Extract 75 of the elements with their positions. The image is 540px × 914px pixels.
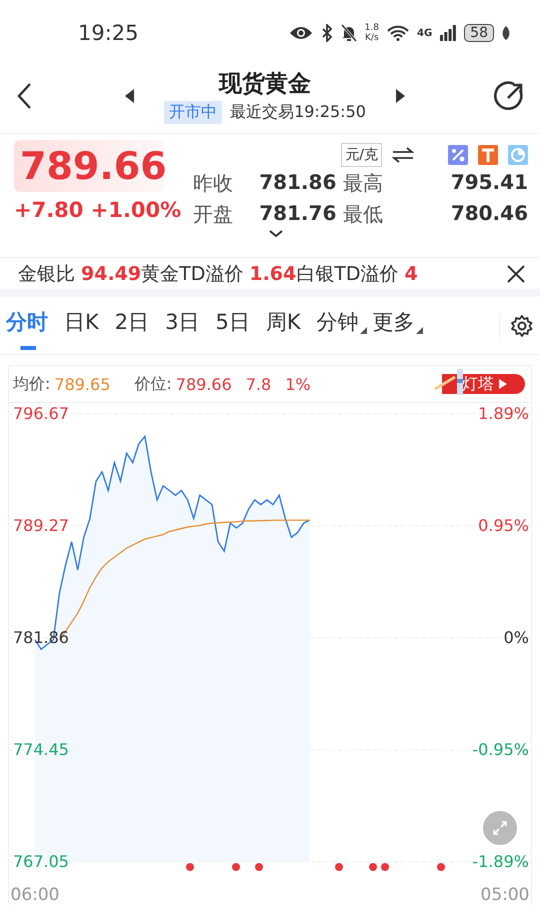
chart-tab[interactable]: 分时 xyxy=(6,302,48,350)
stat-label: 昨收 xyxy=(193,170,234,197)
chart-tab[interactable]: 周K xyxy=(266,302,301,350)
stat-value: 781.86 xyxy=(258,170,338,196)
stat-value: 781.76 xyxy=(258,201,338,227)
network-type: 4G xyxy=(417,28,432,38)
price-axis-label: 767.05 xyxy=(13,852,69,871)
lighthouse-button[interactable]: 灯塔 xyxy=(442,374,525,394)
ticker-value: 94.49 xyxy=(81,262,142,284)
current-price: 789.66 xyxy=(14,140,164,192)
dropdown-corner-icon xyxy=(416,326,423,334)
ticker-label: 白银TD溢价 xyxy=(296,262,398,286)
battery-level: 58 xyxy=(464,24,494,42)
time-axis-label: 05:00 xyxy=(480,885,530,905)
ticker-value: 1.64 xyxy=(249,262,296,284)
unit-selector[interactable]: 元/克 xyxy=(341,143,382,167)
stat-value: 795.41 xyxy=(450,170,528,196)
chart-tab[interactable]: 3日 xyxy=(165,302,200,350)
percent-axis-label: 0.95% xyxy=(478,516,529,535)
dropdown-corner-icon xyxy=(360,326,367,334)
status-time: 19:25 xyxy=(78,21,139,45)
price-label: 价位: xyxy=(134,374,172,394)
time-axis-label: 06:00 xyxy=(10,885,60,905)
percent-axis-label: 1.89% xyxy=(478,404,529,423)
stat-label: 最高 xyxy=(343,170,384,197)
signal-icon xyxy=(440,25,456,41)
ticker-label: 金银比 xyxy=(18,262,75,286)
event-dot xyxy=(335,863,343,871)
event-dot xyxy=(369,863,377,871)
stat-value: 780.46 xyxy=(450,201,528,227)
stat-label: 开盘 xyxy=(193,201,234,228)
close-button[interactable] xyxy=(506,264,526,284)
percent-axis-label: -0.95% xyxy=(472,740,529,760)
average-price-value: 789.65 xyxy=(54,374,110,394)
play-icon xyxy=(499,379,507,389)
chart-tab[interactable]: 更多 xyxy=(372,302,423,350)
swap-icon[interactable] xyxy=(392,147,414,163)
expand-icon xyxy=(492,820,508,836)
settings-button[interactable] xyxy=(499,314,534,338)
percent-axis-label: 0% xyxy=(504,628,529,647)
event-dot xyxy=(232,863,240,871)
bell-off-icon xyxy=(340,24,357,42)
ticker-value: 4 xyxy=(404,262,418,284)
expand-caret-icon[interactable] xyxy=(269,230,284,238)
price-axis-label: 774.45 xyxy=(13,740,69,760)
market-status-badge: 开市中 xyxy=(164,100,222,124)
eye-icon xyxy=(288,25,313,41)
chart-tab[interactable]: 2日 xyxy=(114,302,150,350)
wifi-icon xyxy=(387,25,409,41)
chart-tab[interactable]: 5日 xyxy=(216,302,250,350)
price-axis-label: 789.27 xyxy=(13,516,69,535)
percent-icon[interactable] xyxy=(448,145,468,165)
last-trade-time: 最近交易19:25:50 xyxy=(230,102,366,122)
chart-tab[interactable]: 分钟 xyxy=(316,302,367,350)
event-dot xyxy=(186,863,194,871)
chart-tab[interactable]: 日K xyxy=(64,302,99,350)
percent-axis-label: -1.89% xyxy=(472,852,529,871)
event-dot xyxy=(381,863,389,871)
price-value: 789.66 xyxy=(176,374,232,394)
change-percent: 1% xyxy=(285,374,311,394)
price-axis-label: 796.67 xyxy=(13,404,69,423)
tower-icon[interactable] xyxy=(478,145,498,165)
next-button[interactable] xyxy=(394,88,405,102)
event-dot xyxy=(437,863,445,871)
event-dot xyxy=(255,863,263,871)
average-price-label: 均价: xyxy=(13,374,50,394)
network-speed: 1.8 K/s xyxy=(364,23,379,43)
price-change: +7.80 +1.00% xyxy=(14,198,182,222)
change-value: 7.8 xyxy=(246,374,272,394)
stat-label: 最低 xyxy=(343,201,384,228)
leaf-icon xyxy=(502,26,510,40)
bluetooth-icon xyxy=(320,24,333,42)
page-title: 现货黄金 xyxy=(218,70,311,98)
ticker-label: 黄金TD溢价 xyxy=(141,262,244,286)
previous-button[interactable] xyxy=(125,88,136,102)
